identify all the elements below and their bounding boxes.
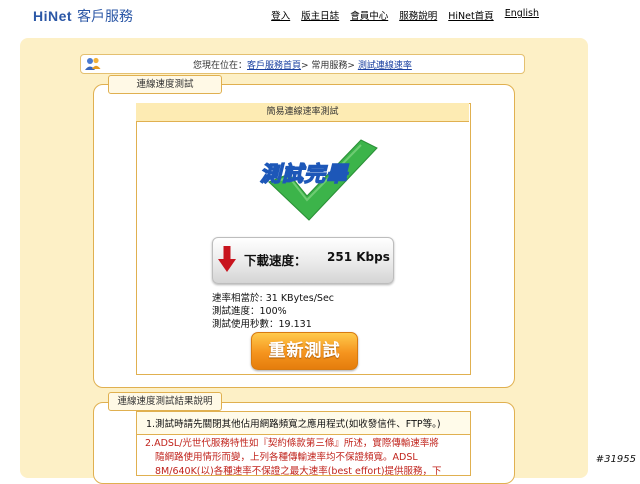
breadcrumb-home-link[interactable]: 客戶服務首頁 [247,61,301,71]
breadcrumb-current-link[interactable]: 測試連線速率 [358,61,412,71]
download-speed-label: 下載速度： [244,253,307,268]
nav-login-link[interactable]: 登入 [271,8,290,22]
note-2-line-1: 2.ADSL/光世代服務特性如『契約條款第三條』所述，實際傳輸速率將 [145,438,439,449]
speed-test-tab-title: 連線速度測試 [108,75,222,94]
note-2-line-3: 8M/640K(以)各種速率不保證之最大速率(best effort)提供服務，… [155,466,442,477]
rate-equivalent-text: 速率相當於: 31 KBytes/Sec [212,293,335,304]
test-seconds-text: 測試使用秒數：19.131 [212,319,312,330]
note-row-1: 1.測試時請先關閉其他佔用網路頻寬之應用程式(如收發信件、FTP等。) [136,411,471,435]
nav-help-link[interactable]: 服務說明 [399,8,437,22]
logo-brand: HiNet [33,8,73,24]
test-progress-text: 測試進度：100% [212,306,287,317]
watermark-text: #31955 [595,454,636,465]
speed-test-panel-title: 簡易連線速率測試 [136,103,469,122]
result-notes-tab-title: 連線速度測試結果說明 [108,392,222,411]
breadcrumb-prefix: 您現在位在： [193,61,248,71]
people-icon [84,56,102,75]
retest-button[interactable]: 重新測試 [251,332,358,370]
note-row-2: 2.ADSL/光世代服務特性如『契約條款第三條』所述，實際傳輸速率將 隨網路使用… [136,434,471,477]
test-complete-text: 測試完畢 [259,161,348,186]
nav-english-link[interactable]: English [505,8,539,22]
nav-blog-link[interactable]: 版主日誌 [301,8,339,22]
breadcrumb: 您現在位在：客戶服務首頁> 常用服務> 測試連線速率 [80,54,525,74]
breadcrumb-separator: > 常用服務> [301,61,358,71]
down-arrow-icon [218,246,236,276]
hinet-logo[interactable]: HiNet 客戶服務 [33,6,134,25]
nav-member-link[interactable]: 會員中心 [350,8,388,22]
note-1-text: 1.測試時請先關閉其他佔用網路頻寬之應用程式(如收發信件、FTP等。) [146,419,441,430]
test-complete-graphic: 測試完畢 [255,130,385,225]
download-speed-value: 251 Kbps [327,250,390,264]
nav-hinet-home-link[interactable]: HiNet首頁 [448,8,493,22]
logo-service: 客戶服務 [77,9,134,25]
note-2-line-2: 隨網路使用情形而變，上列各種傳輸速率均不保證頻寬。ADSL [155,452,418,463]
top-nav: 登入 版主日誌 會員中心 服務說明 HiNet首頁 English [271,8,539,22]
